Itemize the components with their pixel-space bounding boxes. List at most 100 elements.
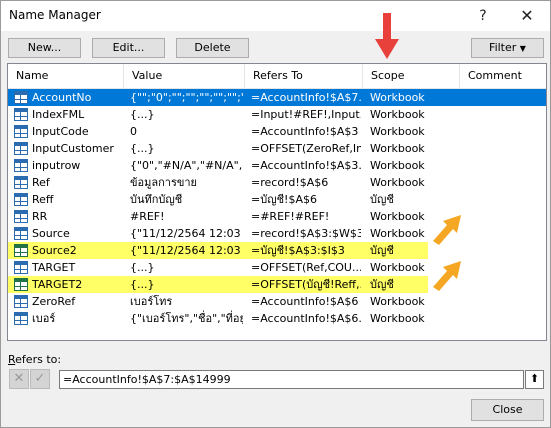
table-row[interactable]: Ref ข้อมูลการขาย =record!$A$6 Workbook bbox=[8, 174, 546, 191]
row-name: TARGET bbox=[32, 261, 76, 274]
help-button[interactable]: ? bbox=[463, 1, 503, 31]
column-header-scope[interactable]: Scope bbox=[363, 64, 460, 88]
table-row[interactable]: InputCustomer {...} =OFFSET(ZeroRef,In... W… bbox=[8, 140, 546, 157]
close-window-button[interactable]: ✕ bbox=[507, 1, 547, 31]
list-header: Name Value Refers To Scope Comment bbox=[8, 64, 546, 89]
column-header-name[interactable]: Name bbox=[8, 64, 124, 88]
row-name: ZeroRef bbox=[32, 295, 76, 308]
refers-to-label-text: efers to: bbox=[15, 353, 62, 366]
row-name: RR bbox=[32, 210, 48, 223]
row-scope: Workbook bbox=[370, 159, 425, 172]
row-scope: บัญชี bbox=[370, 193, 394, 206]
row-value: {...} bbox=[130, 278, 155, 291]
row-value: เบอร์โทร bbox=[130, 295, 173, 308]
row-name: Source2 bbox=[32, 244, 77, 257]
table-icon bbox=[14, 193, 28, 206]
table-icon bbox=[14, 295, 28, 308]
red-down-arrow-annotation bbox=[375, 13, 399, 59]
dropdown-arrow-icon: ▼ bbox=[519, 44, 526, 53]
table-icon bbox=[14, 159, 28, 172]
filter-button[interactable]: Filter ▼ bbox=[471, 38, 544, 58]
row-value: {"เบอร์โทร","ชื่อ","ที่อยู่... bbox=[130, 312, 243, 325]
table-icon bbox=[14, 125, 28, 138]
table-icon bbox=[14, 278, 28, 291]
row-name: เบอร์ bbox=[32, 312, 56, 325]
row-refers-to: =AccountInfo!$A$6... bbox=[251, 312, 361, 325]
table-row[interactable]: InputCode 0 =AccountInfo!$A$3 Workbook bbox=[8, 123, 546, 140]
filter-button-label: Filter bbox=[489, 41, 517, 54]
row-refers-to: =record!$A$3:$W$3 bbox=[251, 227, 361, 240]
row-value: {"11/12/2564 12:03 ... bbox=[130, 227, 243, 240]
row-scope: Workbook bbox=[370, 125, 425, 138]
row-value: บันทึกบัญชี bbox=[130, 193, 183, 206]
row-refers-to: =Input!#REF!,Input... bbox=[251, 108, 361, 121]
edit-button[interactable]: Edit... bbox=[92, 38, 165, 58]
row-refers-to: =OFFSET(บัญชี!Reff,... bbox=[251, 278, 361, 291]
row-refers-to: =AccountInfo!$A$6 bbox=[251, 295, 359, 308]
names-list[interactable]: Name Value Refers To Scope Comment Accou… bbox=[7, 63, 547, 341]
confirm-edit-icon[interactable]: ✓ bbox=[30, 369, 50, 389]
table-icon bbox=[14, 312, 28, 325]
window-title: Name Manager bbox=[9, 8, 101, 22]
delete-button-label: Delete bbox=[194, 41, 231, 54]
table-row[interactable]: ZeroRef เบอร์โทร =AccountInfo!$A$6 Workbook bbox=[8, 293, 546, 310]
title-bar: Name Manager ? ✕ bbox=[1, 1, 550, 31]
row-refers-to: =AccountInfo!$A$7... bbox=[251, 91, 361, 104]
table-icon bbox=[14, 210, 28, 223]
row-name: Source bbox=[32, 227, 70, 240]
row-name: inputrow bbox=[32, 159, 81, 172]
edit-button-label: Edit... bbox=[112, 41, 145, 54]
yellow-arrow-annotation bbox=[433, 261, 461, 291]
close-button[interactable]: Close bbox=[471, 399, 544, 421]
row-value: {...} bbox=[130, 261, 155, 274]
row-value: {...} bbox=[130, 108, 155, 121]
table-row[interactable]: inputrow {"0","#N/A","#N/A","... =AccountI… bbox=[8, 157, 546, 174]
refers-to-input[interactable]: =AccountInfo!$A$7:$A$14999 bbox=[59, 370, 524, 389]
row-value: {"";"0";"";"";"";"";"";"";... bbox=[130, 91, 243, 104]
row-refers-to: =#REF!#REF! bbox=[251, 210, 330, 223]
table-row[interactable]: IndexFML {...} =Input!#REF!,Input... Workbo… bbox=[8, 106, 546, 123]
row-scope: Workbook bbox=[370, 108, 425, 121]
row-scope: Workbook bbox=[370, 176, 425, 189]
row-value: #REF! bbox=[130, 210, 165, 223]
column-header-value[interactable]: Value bbox=[124, 64, 245, 88]
row-value: ข้อมูลการขาย bbox=[130, 176, 198, 189]
column-header-comment[interactable]: Comment bbox=[460, 64, 546, 88]
name-manager-dialog: Name Manager ? ✕ New... Edit... Delete F… bbox=[0, 0, 551, 428]
table-row[interactable]: เบอร์ {"เบอร์โทร","ชื่อ","ที่อยู่... =Acco… bbox=[8, 310, 546, 327]
row-refers-to: =record!$A$6 bbox=[251, 176, 329, 189]
row-refers-to: =บัญชี!$A$6 bbox=[251, 193, 317, 206]
refers-to-label: Refers to: bbox=[8, 353, 61, 366]
row-name: TARGET2 bbox=[32, 278, 83, 291]
table-icon bbox=[14, 108, 28, 121]
row-value: {"0","#N/A","#N/A","... bbox=[130, 159, 243, 172]
table-icon bbox=[14, 261, 28, 274]
table-icon bbox=[14, 244, 28, 257]
row-refers-to: =AccountInfo!$A$3 bbox=[251, 125, 359, 138]
table-icon bbox=[14, 142, 28, 155]
cancel-edit-icon[interactable]: ✕ bbox=[9, 369, 29, 389]
row-name: InputCustomer bbox=[32, 142, 114, 155]
new-button[interactable]: New... bbox=[8, 38, 81, 58]
table-row[interactable]: AccountNo {"";"0";"";"";"";"";"";"";... =A… bbox=[8, 89, 546, 106]
delete-button[interactable]: Delete bbox=[176, 38, 249, 58]
row-value: {...} bbox=[130, 142, 155, 155]
row-refers-to: =AccountInfo!$A$3... bbox=[251, 159, 361, 172]
row-name: InputCode bbox=[32, 125, 89, 138]
table-icon bbox=[14, 227, 28, 240]
column-header-refers-to[interactable]: Refers To bbox=[245, 64, 363, 88]
table-row[interactable]: Reff บันทึกบัญชี =บัญชี!$A$6 บัญชี bbox=[8, 191, 546, 208]
collapse-dialog-icon[interactable]: ⬆ bbox=[525, 370, 544, 389]
table-icon bbox=[14, 176, 28, 189]
row-value: 0 bbox=[130, 125, 137, 138]
row-scope: Workbook bbox=[370, 312, 425, 325]
row-name: IndexFML bbox=[32, 108, 85, 121]
row-value: {"11/12/2564 12:03 ... bbox=[130, 244, 243, 257]
table-icon bbox=[14, 91, 28, 104]
close-button-label: Close bbox=[492, 403, 523, 416]
row-refers-to: =บัญชี!$A$3:$I$3 bbox=[251, 244, 345, 257]
new-button-label: New... bbox=[27, 41, 62, 54]
row-name: Reff bbox=[32, 193, 54, 206]
row-scope: Workbook bbox=[370, 91, 425, 104]
row-refers-to: =OFFSET(Ref,COU... bbox=[251, 261, 361, 274]
